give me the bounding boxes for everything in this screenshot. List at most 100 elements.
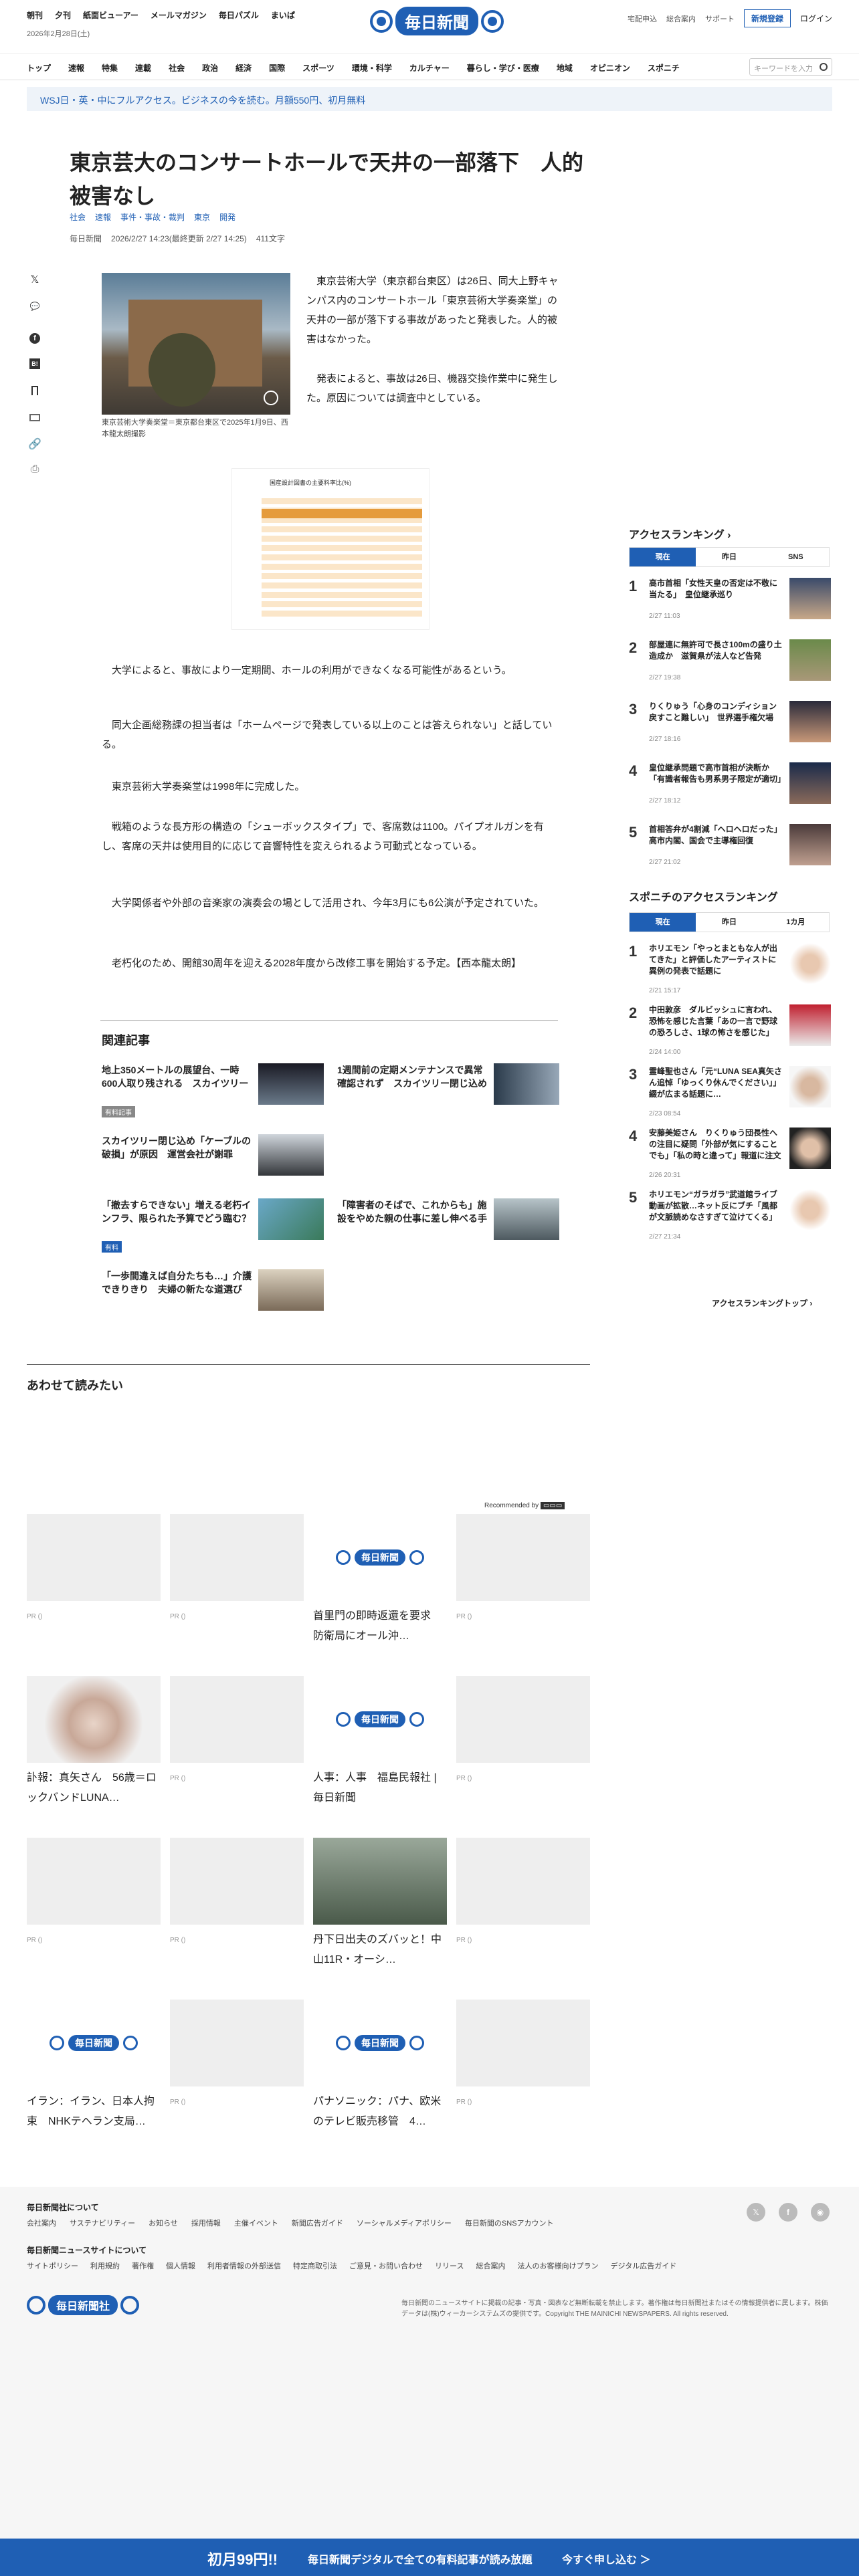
top-link-maipa[interactable]: まいぱ <box>271 9 295 21</box>
tab-current[interactable]: 現在 <box>630 548 696 566</box>
recommend-card[interactable]: PR () <box>456 2000 590 2106</box>
footer-link[interactable]: デジタル広告ガイド <box>610 2260 676 2271</box>
recommend-card[interactable]: PR () <box>456 1838 590 1944</box>
related-item[interactable]: 「一歩間違えば自分たちも…」介護できりきり 夫婦の新たな道選び <box>102 1269 333 1316</box>
rss-icon[interactable]: ◉ <box>811 2203 830 2222</box>
top-link-evening[interactable]: 夕刊 <box>55 9 71 21</box>
subscribe-bar[interactable]: 初月99円!! 毎日新聞デジタルで全ての有料記事が読み放題 今すぐ申し込む ＞ <box>0 2539 859 2576</box>
article-photo[interactable] <box>102 273 290 415</box>
nav-item-top[interactable]: トップ <box>27 62 51 74</box>
tab-current[interactable]: 現在 <box>630 913 696 932</box>
related-item[interactable]: 1週間前の定期メンテナンスで異常確認されず スカイツリー閉じ込め <box>337 1063 569 1110</box>
footer-link[interactable]: 採用情報 <box>191 2218 221 2228</box>
footer-link[interactable]: ソーシャルメディアポリシー <box>357 2218 452 2228</box>
ranking-item[interactable]: 2 部屋連に無許可で長さ100mの盛り土造成か 滋賀県が法人など告発 2/27 19… <box>629 639 831 693</box>
top-link-mail[interactable]: メールマガジン <box>151 9 207 21</box>
ranking-item[interactable]: 5 首相答弁が4割減「ヘロヘロだった」高市内閣、国会で主導権回復 2/27 21:0… <box>629 824 831 877</box>
footer-link[interactable]: ご意見・お問い合わせ <box>349 2260 423 2271</box>
search-input[interactable]: キーワードを入力 <box>749 58 832 76</box>
ranking-item[interactable]: 3 霊峰聖也さん「元“LUNA SEA真矢さん追悼「ゆっくり休んでください」」綴が… <box>629 1066 831 1119</box>
support-link[interactable]: サポート <box>705 13 735 24</box>
footer-link[interactable]: 法人のお客様向けプラン <box>517 2260 598 2271</box>
footer-link[interactable]: リリース <box>435 2260 464 2271</box>
recommend-card[interactable]: 訃報：真矢さん 56歳＝ロックバンドLUNA… <box>27 1676 161 1808</box>
recommend-card[interactable]: PR () <box>27 1514 161 1620</box>
facebook-icon[interactable]: f <box>779 2203 797 2222</box>
footer-link[interactable]: お知らせ <box>149 2218 178 2228</box>
tab-yesterday[interactable]: 昨日 <box>696 913 762 932</box>
tab-yesterday[interactable]: 昨日 <box>696 548 762 566</box>
ranking-item[interactable]: 5 ホリエモン“ガラガラ”武道館ライブ動画が拡散…ネット反にブチ「風都が文脈読めな… <box>629 1189 831 1243</box>
nav-item-opinion[interactable]: オピニオン <box>590 62 630 74</box>
nav-item-local[interactable]: 地域 <box>557 62 573 74</box>
comment-icon[interactable]: 💬 <box>27 298 43 314</box>
ranking-item[interactable]: 3 りくりゅう「心身のコンディション戻すこと難しい」 世界選手権欠場 2/27 18… <box>629 701 831 754</box>
ranking-item[interactable]: 1 高市首相「女性天皇の否定は不敬に当たる」 皇位継承巡り 2/27 11:03 <box>629 578 831 631</box>
recommend-card[interactable]: PR () <box>170 1838 304 1944</box>
nav-item-sponichi[interactable]: スポニチ <box>648 62 680 74</box>
bookmark-icon[interactable] <box>27 383 43 399</box>
register-button[interactable]: 新規登録 <box>743 9 791 27</box>
footer-link[interactable]: 著作権 <box>132 2260 154 2271</box>
facebook-icon[interactable]: f <box>27 330 43 346</box>
nav-item-politics[interactable]: 政治 <box>202 62 218 74</box>
footer-link[interactable]: 会社案内 <box>27 2218 56 2228</box>
tag-link[interactable]: 速報 <box>95 211 111 223</box>
nav-item-series[interactable]: 連載 <box>135 62 151 74</box>
company-logo[interactable]: 毎日新聞社 <box>27 2295 140 2315</box>
recommend-card[interactable]: 丹下日出夫のズバッと！中山11R・オーシ… <box>313 1838 447 1970</box>
recommend-card[interactable]: PR () <box>456 1676 590 1782</box>
nav-item-sports[interactable]: スポーツ <box>302 62 335 74</box>
guide-link[interactable]: 総合案内 <box>666 13 696 24</box>
nav-item-economy[interactable]: 経済 <box>235 62 252 74</box>
print-icon[interactable]: ⎙ <box>27 461 43 477</box>
related-item[interactable]: スカイツリー閉じ込め「ケーブルの破損」が原因 運営会社が謝罪 <box>102 1134 333 1181</box>
x-icon[interactable]: 𝕏 <box>27 272 43 288</box>
recommend-card[interactable]: 毎日新聞 イラン：イラン、日本人拘束 NHKテヘラン支局… <box>27 2000 161 2132</box>
hatena-icon[interactable]: B! <box>27 356 43 372</box>
tag-link[interactable]: 社会 <box>70 211 86 223</box>
nav-item-life[interactable]: 暮らし・学び・医療 <box>467 62 539 74</box>
promo-banner[interactable]: WSJ日・英・中にフルアクセス。ビジネスの今を読む。月額550円、初月無料 <box>27 87 832 111</box>
nav-item-society[interactable]: 社会 <box>169 62 185 74</box>
footer-link[interactable]: 特定商取引法 <box>293 2260 337 2271</box>
mail-icon[interactable] <box>27 409 43 425</box>
recommend-card[interactable]: PR () <box>170 1676 304 1782</box>
recommend-card[interactable]: 毎日新聞 首里門の即時返還を要求 防衛局にオール沖… <box>313 1514 447 1646</box>
footer-link[interactable]: 個人情報 <box>166 2260 195 2271</box>
ranking-item[interactable]: 4 安藤美姫さん りくりゅう団長性への注目に疑問「外部が気にすることでも」「私の時… <box>629 1128 831 1181</box>
footer-link[interactable]: サステナビリティー <box>70 2218 135 2228</box>
nav-item-science[interactable]: 環境・科学 <box>352 62 392 74</box>
tab-sns[interactable]: SNS <box>763 548 829 566</box>
footer-link[interactable]: 主催イベント <box>234 2218 278 2228</box>
access-ranking-heading[interactable]: アクセスランキング › <box>629 526 731 542</box>
delivery-link[interactable]: 宅配申込 <box>628 13 657 24</box>
recommend-card[interactable]: 毎日新聞 パナソニック：パナ、欧米のテレビ販売移管 4… <box>313 2000 447 2132</box>
tag-link[interactable]: 東京 <box>194 211 210 223</box>
recommend-card[interactable]: PR () <box>27 1838 161 1944</box>
ranking-top-link[interactable]: アクセスランキングトップ › <box>712 1297 812 1309</box>
zoom-icon[interactable] <box>264 391 278 405</box>
footer-link[interactable]: 利用規約 <box>90 2260 120 2271</box>
ranking-item[interactable]: 2 中田敦彦 ダルビッシュに言われ、恐怖を感じた言葉「あの一言で野球の恐ろしさ、1… <box>629 1004 831 1058</box>
top-link-morning[interactable]: 朝刊 <box>27 9 43 21</box>
related-item[interactable]: 「障害者のそばで、これからも」施設をやめた親の仕事に差し伸べる手 <box>337 1198 569 1245</box>
recommend-card[interactable]: PR () <box>170 2000 304 2106</box>
recommend-card[interactable]: PR () <box>170 1514 304 1620</box>
footer-link[interactable]: サイトポリシー <box>27 2260 78 2271</box>
nav-item-culture[interactable]: カルチャー <box>409 62 450 74</box>
tag-link[interactable]: 開発 <box>219 211 235 223</box>
tab-month[interactable]: 1カ月 <box>763 913 829 932</box>
footer-link[interactable]: 新聞広告ガイド <box>292 2218 343 2228</box>
recommend-card[interactable]: 毎日新聞 人事：人事 福島民報社 | 毎日新聞 <box>313 1676 447 1808</box>
top-link-viewer[interactable]: 紙面ビューアー <box>83 9 138 21</box>
site-logo[interactable]: 毎日新聞 <box>370 7 504 35</box>
recommend-card[interactable]: PR () <box>456 1514 590 1620</box>
nav-item-features[interactable]: 特集 <box>102 62 118 74</box>
related-item[interactable]: 地上350メートルの展望台、一時600人取り残される スカイツリー 有料記事 <box>102 1063 333 1117</box>
footer-link[interactable]: 総合案内 <box>476 2260 505 2271</box>
login-button[interactable]: ログイン <box>800 13 832 24</box>
subscribe-cta[interactable]: 今すぐ申し込む ＞ <box>562 2551 650 2567</box>
table-image[interactable]: 国産設計図書の主要料率比(%) <box>231 468 430 630</box>
nav-item-breaking[interactable]: 速報 <box>68 62 84 74</box>
